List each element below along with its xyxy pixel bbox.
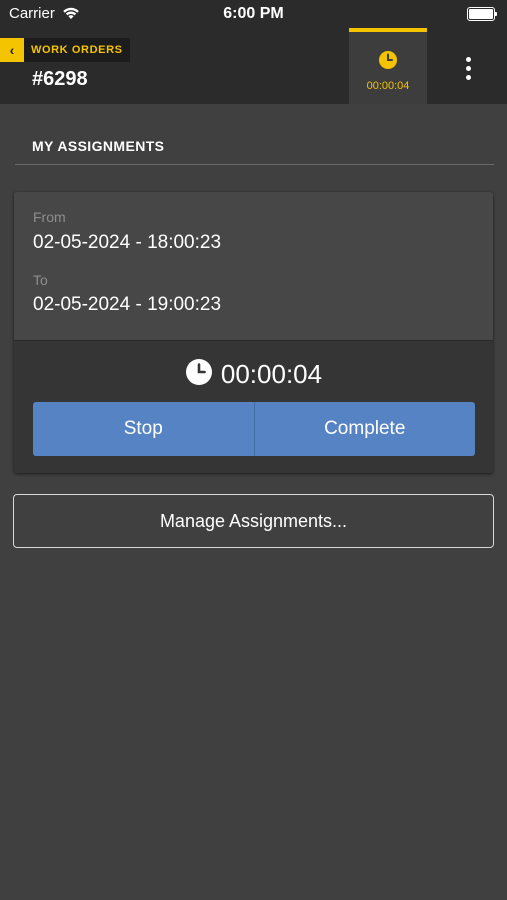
timer-tab-label: 00:00:04 bbox=[366, 80, 410, 92]
manage-assignments-button[interactable]: Manage Assignments... bbox=[13, 494, 494, 548]
more-options-button[interactable] bbox=[444, 50, 492, 86]
elapsed-timer: 00:00:04 bbox=[14, 358, 493, 391]
back-label: WORK ORDERS bbox=[24, 38, 130, 62]
clock-icon bbox=[378, 50, 398, 75]
elapsed-time: 00:00:04 bbox=[220, 359, 323, 389]
header: ‹ WORK ORDERS #6298 00:00:04 bbox=[0, 28, 507, 104]
stop-button[interactable]: Stop bbox=[33, 402, 255, 456]
more-vertical-icon bbox=[465, 56, 471, 62]
timer-tab[interactable]: 00:00:04 bbox=[349, 28, 427, 104]
chevron-left-icon: ‹ bbox=[0, 38, 24, 62]
back-button[interactable]: ‹ WORK ORDERS bbox=[0, 38, 130, 62]
to-value: 02-05-2024 - 19:00:23 bbox=[33, 294, 222, 315]
assignment-time-range: From 02-05-2024 - 18:00:23 To 02-05-2024… bbox=[14, 192, 493, 341]
complete-button[interactable]: Complete bbox=[254, 402, 475, 456]
status-time: 6:00 PM bbox=[223, 5, 284, 22]
from-label: From bbox=[33, 209, 66, 225]
to-label: To bbox=[33, 272, 48, 288]
divider bbox=[15, 164, 494, 165]
clock-icon bbox=[185, 358, 213, 391]
action-buttons: Stop Complete bbox=[33, 402, 475, 456]
assignment-card: From 02-05-2024 - 18:00:23 To 02-05-2024… bbox=[14, 192, 493, 473]
battery-icon bbox=[467, 7, 497, 21]
section-title: MY ASSIGNMENTS bbox=[32, 138, 165, 154]
page-title: #6298 bbox=[32, 68, 88, 90]
status-bar: Carrier 6:00 PM bbox=[0, 0, 507, 28]
from-value: 02-05-2024 - 18:00:23 bbox=[33, 232, 222, 253]
